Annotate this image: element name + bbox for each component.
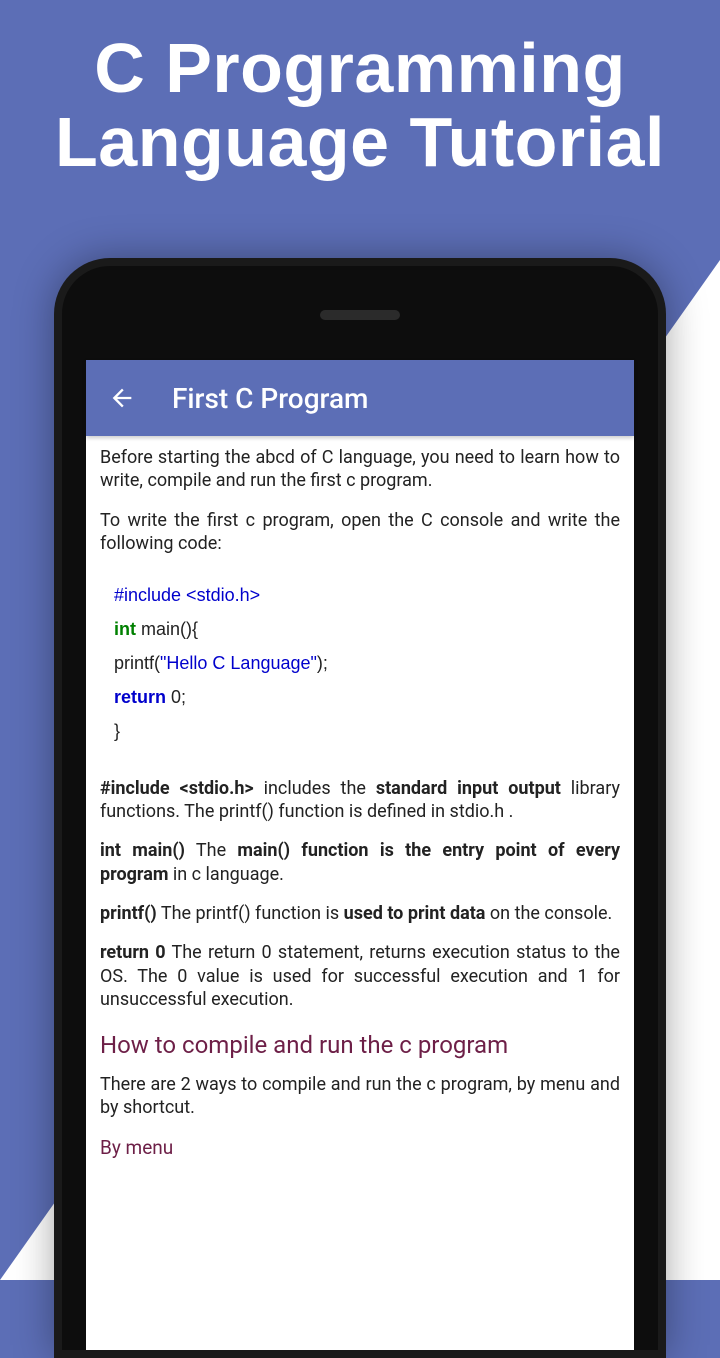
subheading-bymenu: By menu	[100, 1136, 620, 1161]
howto-paragraph: There are 2 ways to compile and run the …	[100, 1073, 620, 1120]
article-content[interactable]: Before starting the abcd of C language, …	[86, 436, 634, 1350]
code-line-1: #include <stdio.h>	[114, 578, 606, 612]
intro-paragraph-1: Before starting the abcd of C language, …	[100, 446, 620, 493]
intro-paragraph-2: To write the first c program, open the C…	[100, 509, 620, 556]
app-bar: First C Program	[86, 360, 634, 436]
screen: First C Program Before starting the abcd…	[86, 360, 634, 1350]
section-heading-compile: How to compile and run the c program	[100, 1030, 620, 1061]
promo-line-1: C Programming	[94, 29, 626, 107]
desc-include: #include <stdio.h> includes the standard…	[100, 777, 620, 824]
promo-line-2: Language Tutorial	[55, 103, 665, 181]
code-line-3: printf("Hello C Language");	[114, 646, 606, 680]
code-line-2: int main(){	[114, 612, 606, 646]
page-title: First C Program	[172, 382, 368, 415]
code-line-4: return 0;	[114, 680, 606, 714]
phone-inner: First C Program Before starting the abcd…	[62, 266, 658, 1350]
code-line-5: }	[114, 714, 606, 748]
desc-main: int main() The main() function is the en…	[100, 839, 620, 886]
desc-return: return 0 The return 0 statement, returns…	[100, 941, 620, 1011]
arrow-left-icon	[108, 384, 136, 412]
code-block: #include <stdio.h> int main(){ printf("H…	[100, 572, 620, 763]
phone-frame: First C Program Before starting the abcd…	[54, 258, 666, 1358]
back-button[interactable]	[100, 376, 144, 420]
phone-speaker	[320, 310, 400, 320]
desc-printf: printf() The printf() function is used t…	[100, 902, 620, 925]
promo-heading: C Programming Language Tutorial	[0, 0, 720, 179]
